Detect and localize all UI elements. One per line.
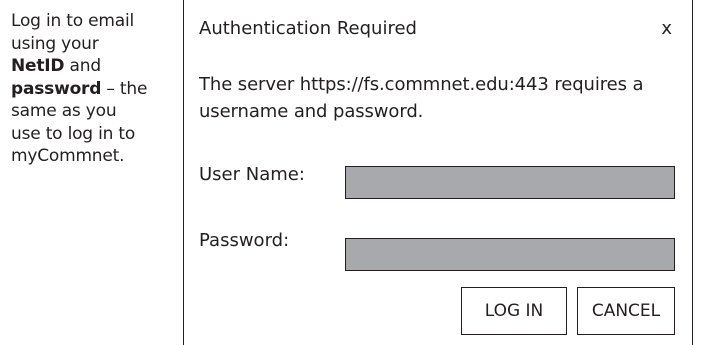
password-field[interactable]	[345, 238, 675, 271]
instruction-line: same as you	[11, 101, 117, 121]
instruction-line: use to log in to	[11, 123, 136, 144]
username-label: User Name:	[199, 164, 305, 185]
dialog-title: Authentication Required	[199, 18, 417, 39]
authentication-dialog: Authentication Required x The server htt…	[183, 0, 693, 345]
instruction-line: using your	[11, 33, 99, 54]
instruction-text: Log in to email using your NetID and pas…	[11, 10, 171, 168]
instruction-line: myCommnet.	[11, 146, 125, 166]
login-button[interactable]: LOG IN	[461, 287, 567, 335]
instruction-line: password – the	[11, 78, 171, 101]
password-emphasis: password	[11, 78, 102, 99]
close-icon[interactable]: x	[661, 17, 672, 41]
dialog-message: The server https://fs.commnet.edu:443 re…	[199, 74, 644, 122]
password-label: Password:	[199, 230, 290, 251]
cancel-button[interactable]: CANCEL	[577, 287, 675, 335]
instruction-fragment: – the	[101, 78, 148, 99]
instruction-line: NetID and	[11, 55, 171, 78]
instruction-fragment: and	[64, 56, 102, 76]
netid-emphasis: NetID	[11, 56, 65, 76]
instruction-line: Log in to email	[11, 11, 135, 31]
username-field[interactable]	[345, 166, 675, 199]
